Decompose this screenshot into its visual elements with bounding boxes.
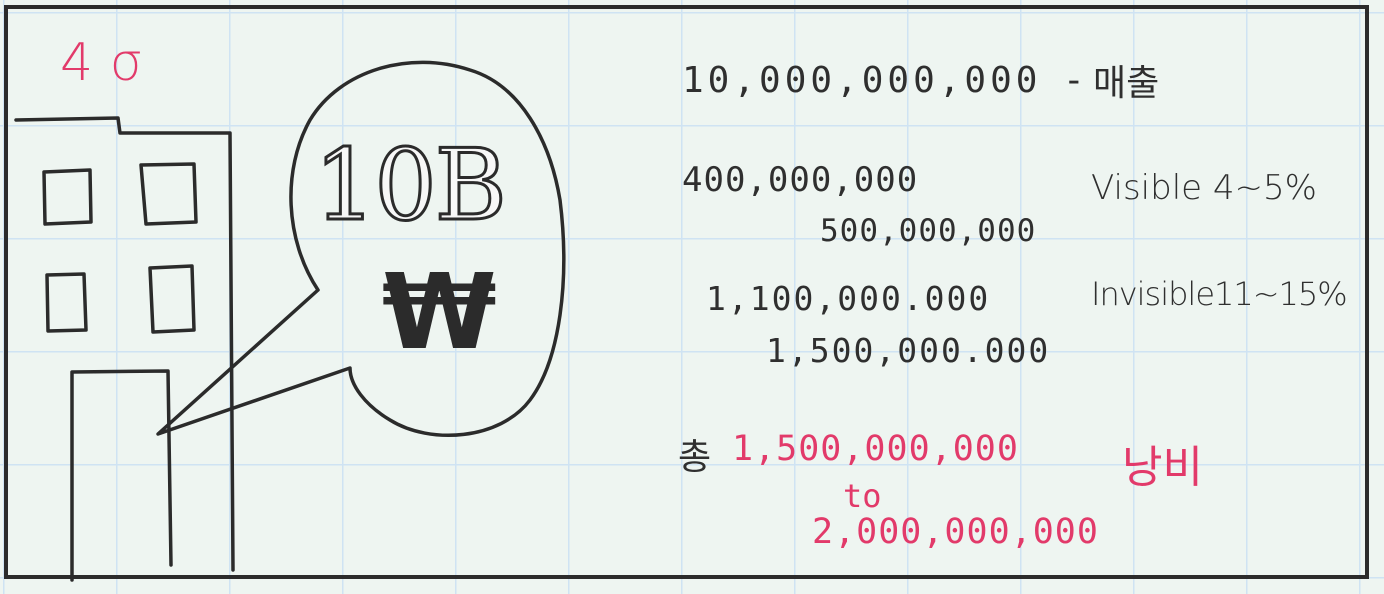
invisible-low-value: 1,100,000.000 [706,279,991,318]
total-high-value: 2,000,000,000 [812,512,1099,552]
building-door [70,369,173,582]
total-prefix: 총 [678,437,712,478]
visible-high-value: 500,000,000 [820,213,1037,249]
revenue-value: 10,000,000,000 [682,60,1042,101]
visible-label: Visible 4~5% [1091,168,1317,208]
building-outline [14,116,235,572]
floor-label: 4 σ [60,33,143,93]
total-to: to [843,477,882,515]
won-currency-icon: ₩ [382,251,497,373]
invisible-label: Invisible11~15% [1091,275,1348,313]
waste-label: 낭비 [1122,442,1203,493]
bubble-amount-10b: 10B [313,129,509,243]
invisible-high-value: 1,500,000.000 [766,331,1051,370]
revenue-separator: - [1063,60,1085,101]
speech-bubble [156,60,566,437]
visible-low-value: 400,000,000 [682,160,919,200]
total-low-value: 1,500,000,000 [732,429,1019,469]
revenue-label: 매출 [1093,63,1160,104]
building-windows [42,162,198,334]
